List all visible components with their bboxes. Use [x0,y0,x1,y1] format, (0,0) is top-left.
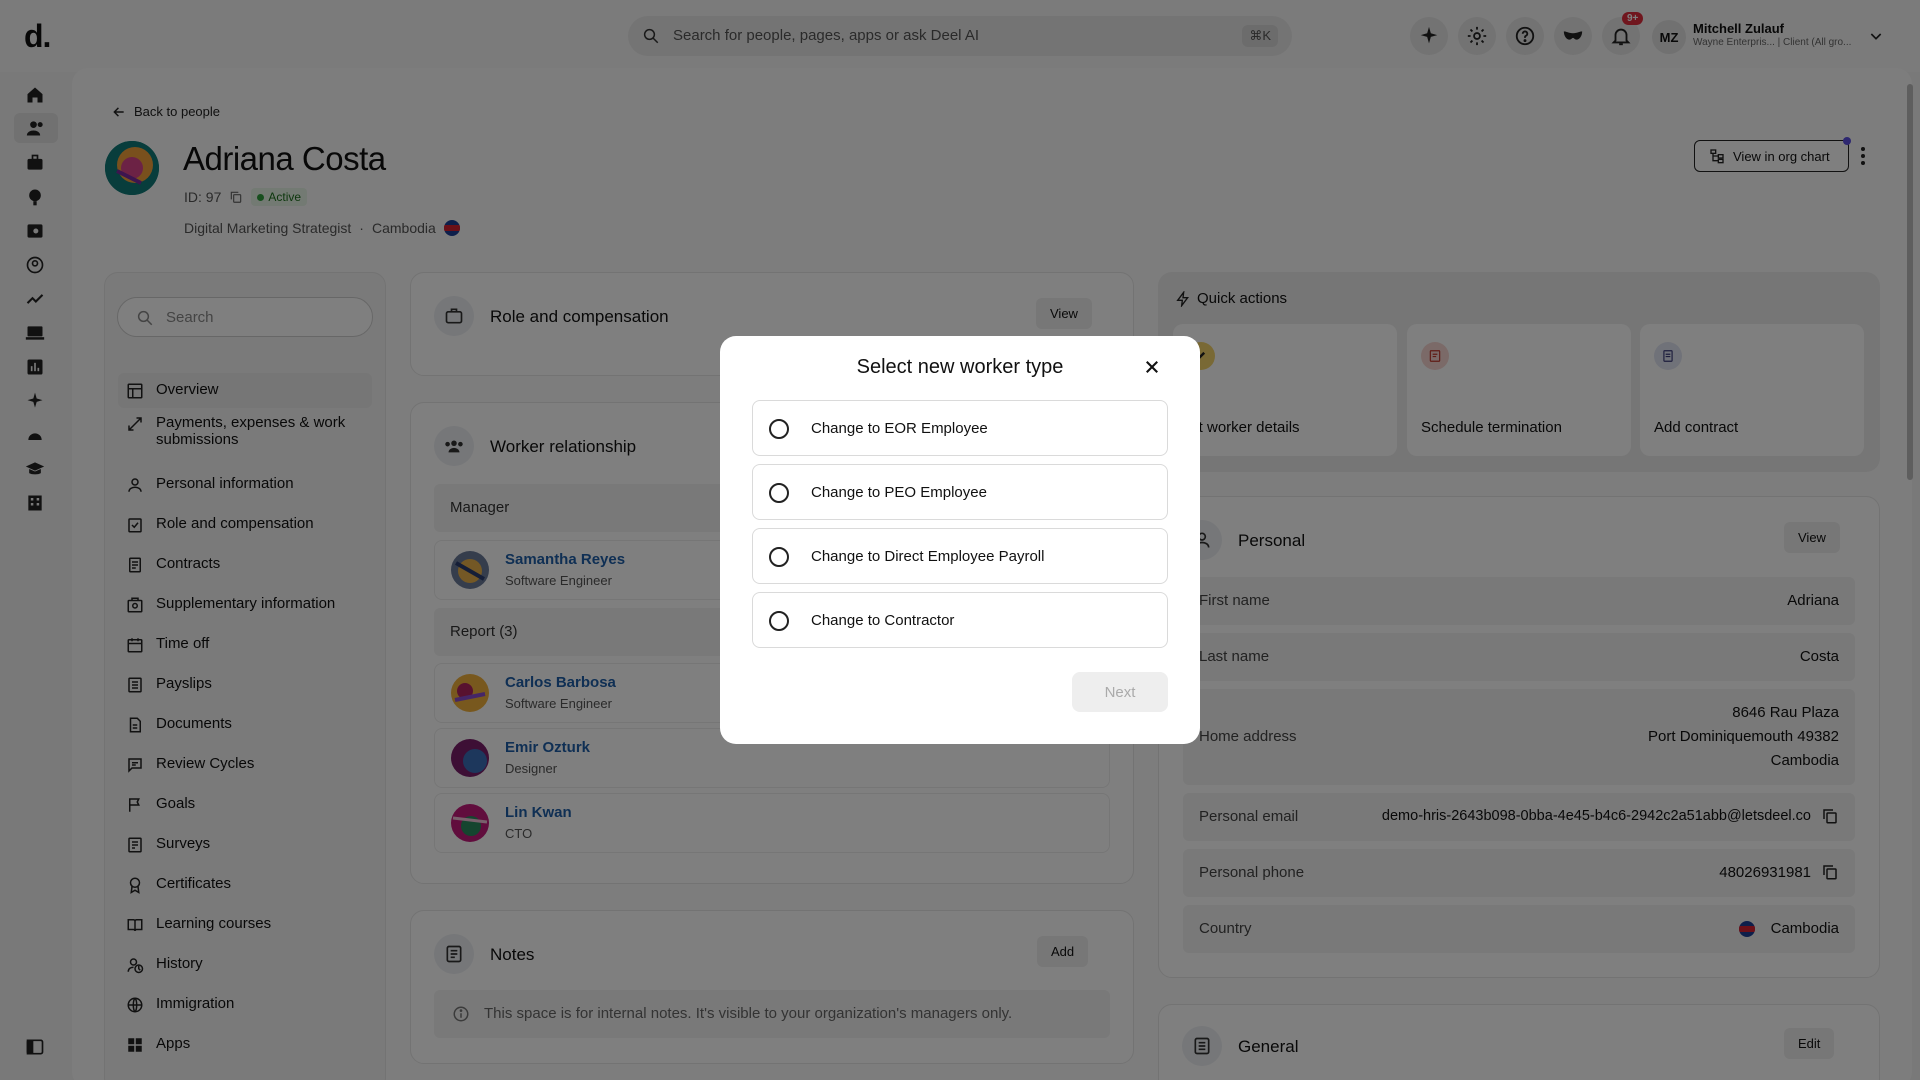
option-direct-employee-payroll[interactable]: Change to Direct Employee Payroll [752,528,1168,584]
dialog-title: Select new worker type [856,356,1064,378]
option-peo-employee[interactable]: Change to PEO Employee [752,464,1168,520]
option-contractor[interactable]: Change to Contractor [752,592,1168,648]
radio-button[interactable] [769,547,789,567]
select-worker-type-dialog: Select new worker type Change to EOR Emp… [720,336,1200,744]
close-icon[interactable] [1143,358,1161,376]
next-button[interactable]: Next [1072,672,1168,712]
radio-button[interactable] [769,611,789,631]
option-eor-employee[interactable]: Change to EOR Employee [752,400,1168,456]
radio-button[interactable] [769,483,789,503]
radio-button[interactable] [769,419,789,439]
